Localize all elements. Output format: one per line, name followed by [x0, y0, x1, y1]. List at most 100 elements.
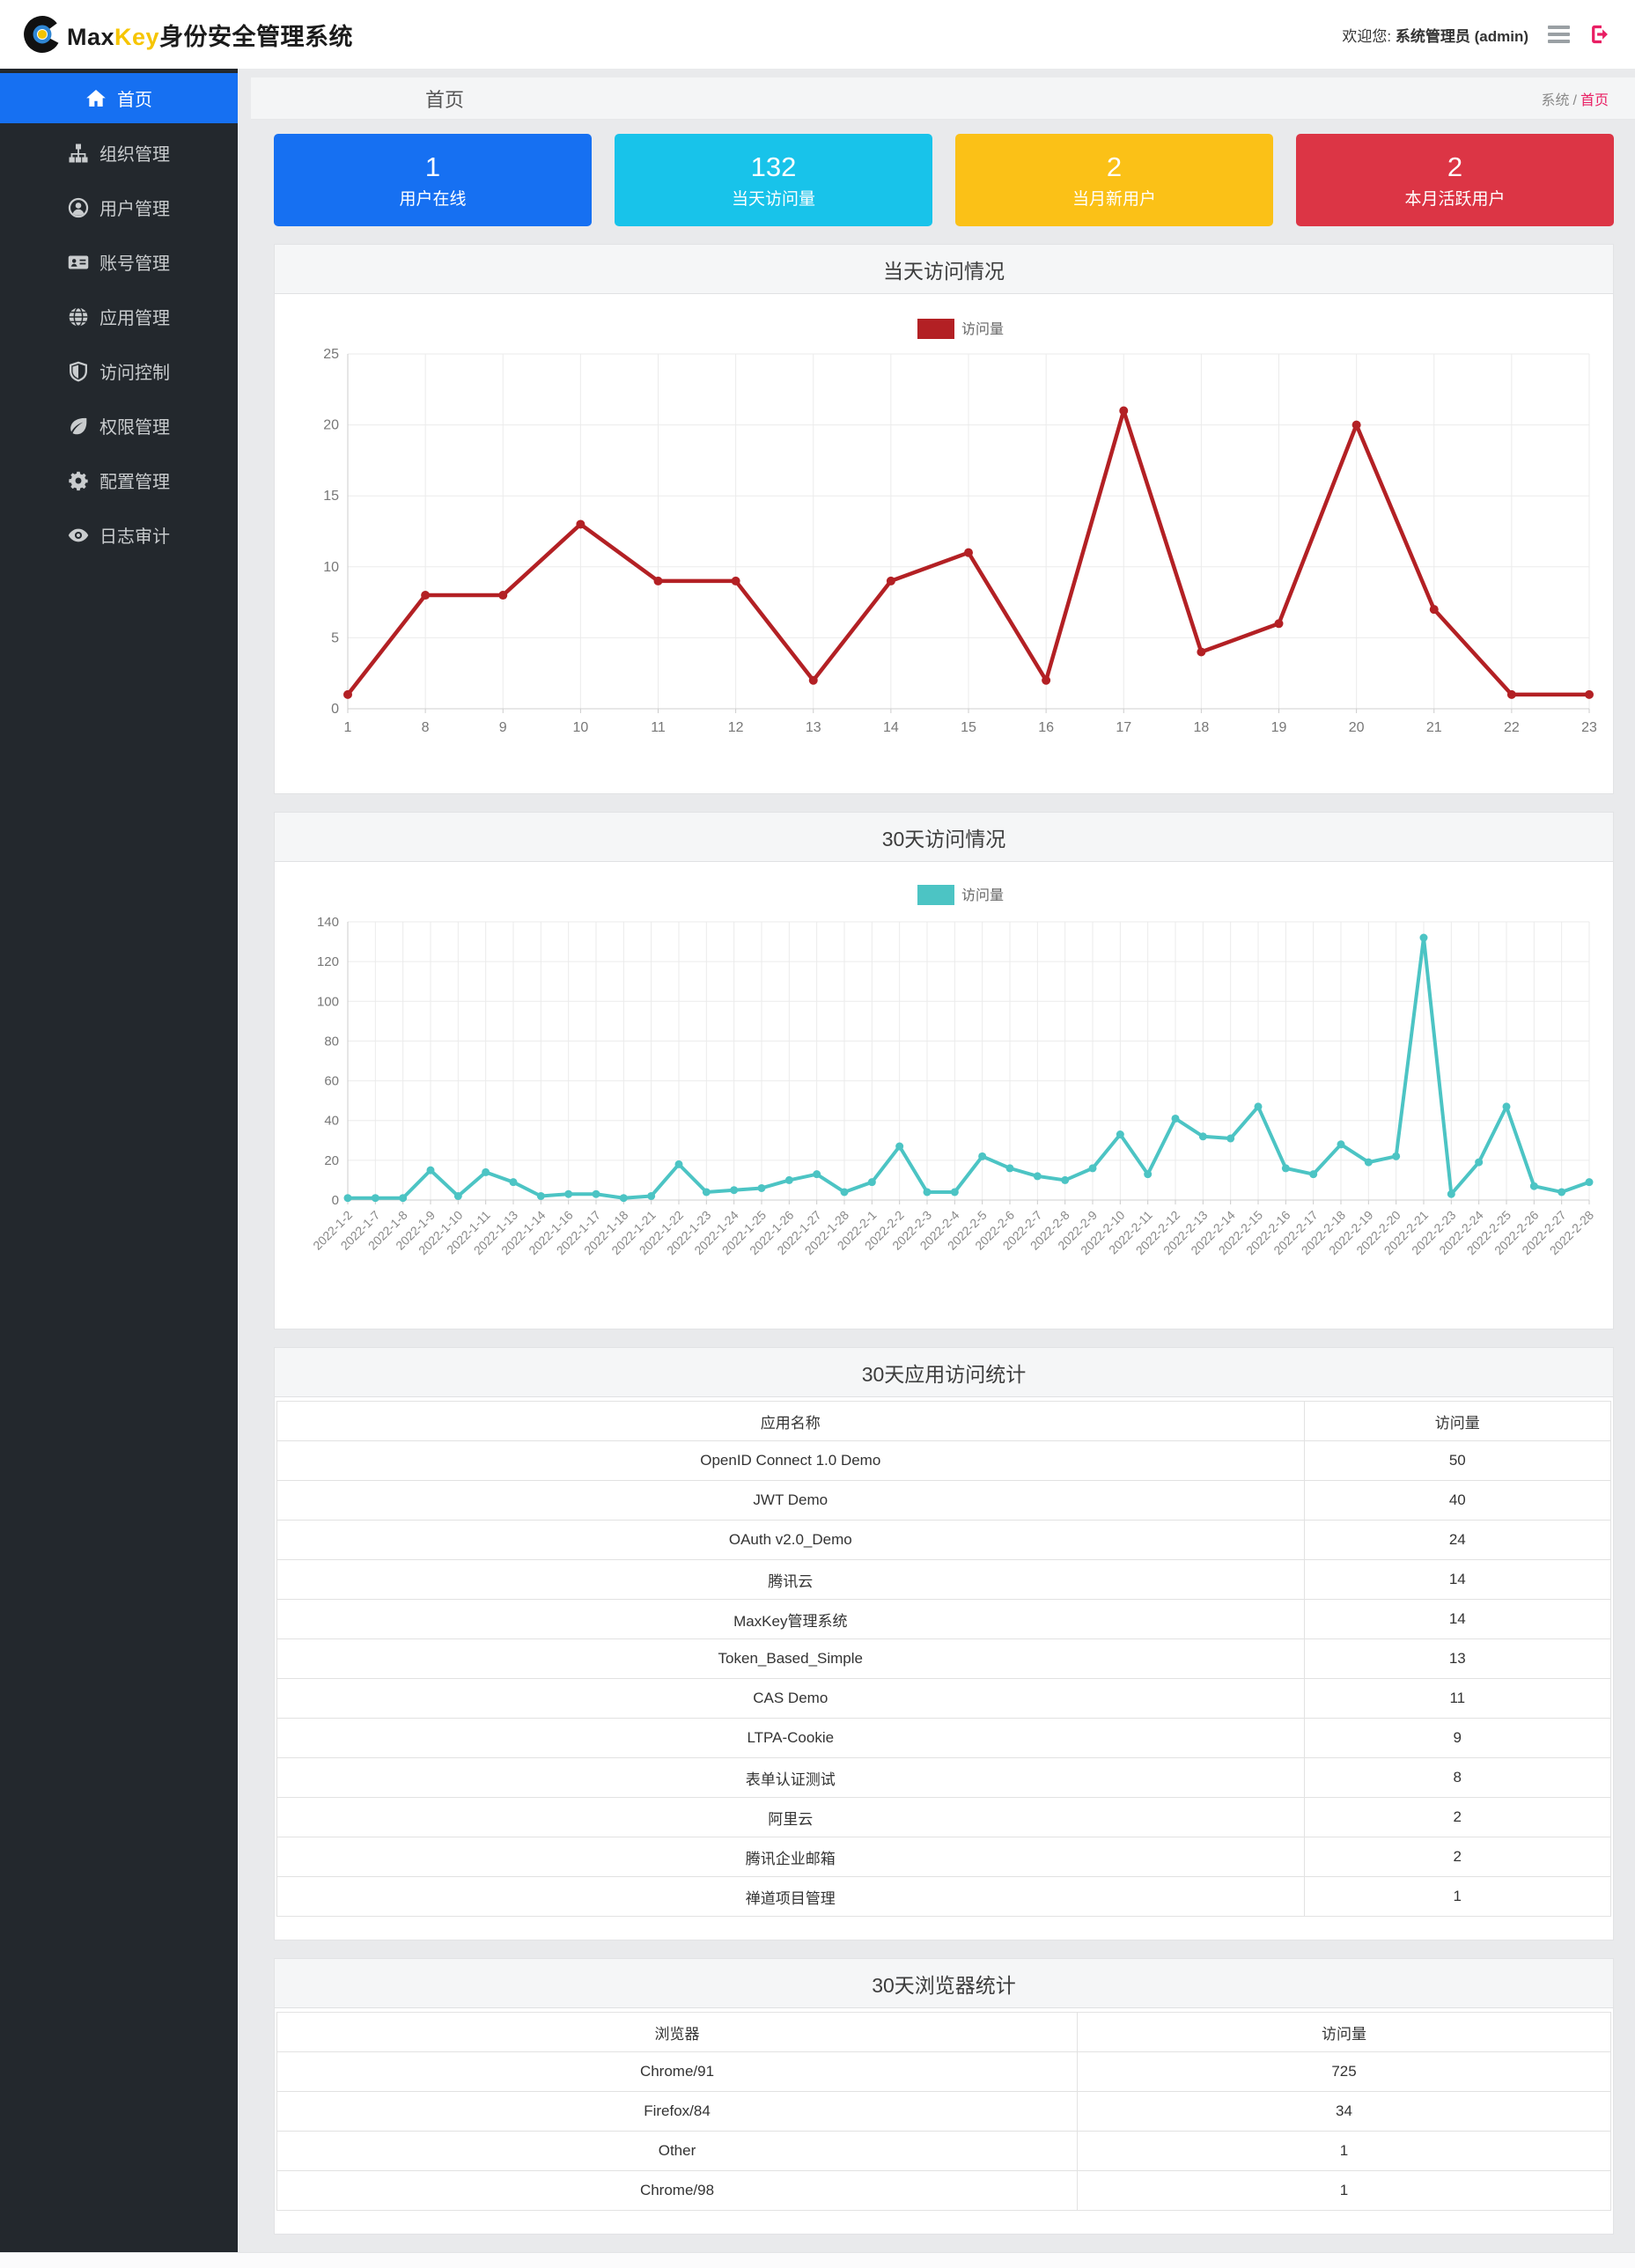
- welcome-text: 欢迎您: 系统管理员 (admin): [1342, 24, 1528, 46]
- svg-text:20: 20: [324, 1153, 339, 1168]
- sidebar-item-5[interactable]: 访问控制: [0, 346, 238, 396]
- data-point: [1197, 648, 1205, 657]
- svg-text:120: 120: [317, 954, 339, 969]
- svg-text:20: 20: [323, 418, 339, 433]
- row-value-cell: 24: [1304, 1521, 1610, 1560]
- svg-text:12: 12: [728, 720, 744, 735]
- page-title: 首页: [425, 85, 464, 113]
- breadcrumb-root[interactable]: 系统: [1542, 93, 1570, 108]
- sidebar-item-1[interactable]: 组织管理: [0, 128, 238, 178]
- logout-icon[interactable]: [1589, 23, 1612, 46]
- panel-title: 30天访问情况: [275, 813, 1613, 862]
- stat-card-2[interactable]: 2当月新用户: [955, 134, 1273, 226]
- stat-card-3[interactable]: 2本月活跃用户: [1296, 134, 1614, 226]
- svg-text:60: 60: [324, 1074, 339, 1089]
- row-label-cell: OAuth v2.0_Demo: [277, 1521, 1305, 1560]
- data-point: [813, 1170, 821, 1178]
- table-row: LTPA-Cookie9: [277, 1719, 1611, 1758]
- data-point: [343, 690, 352, 699]
- svg-text:10: 10: [572, 720, 588, 735]
- stat-label: 当月新用户: [955, 191, 1273, 208]
- data-point: [1447, 1190, 1455, 1198]
- panel-month-visits: 30天访问情况 访问量0204060801001201402022-1-2202…: [274, 812, 1614, 1329]
- data-point: [1586, 1178, 1594, 1186]
- sidebar-item-3[interactable]: 账号管理: [0, 237, 238, 287]
- table-row: OAuth v2.0_Demo24: [277, 1521, 1611, 1560]
- data-point: [1226, 1135, 1234, 1143]
- svg-text:23: 23: [1581, 720, 1596, 735]
- leaf-icon: [68, 416, 89, 437]
- table-row: Chrome/981: [277, 2171, 1611, 2211]
- data-point: [785, 1176, 793, 1184]
- today-visits-line-chart: 访问量0510152025189101112131415161718192021…: [291, 308, 1596, 781]
- legend-label: 访问量: [961, 887, 1004, 903]
- svg-text:11: 11: [651, 720, 666, 735]
- row-value-cell: 34: [1078, 2092, 1611, 2132]
- stat-card-1[interactable]: 132当天访问量: [615, 134, 932, 226]
- row-value-cell: 50: [1304, 1441, 1610, 1481]
- data-point: [399, 1194, 407, 1202]
- row-label-cell: MaxKey管理系统: [277, 1600, 1305, 1639]
- table-row: Token_Based_Simple13: [277, 1639, 1611, 1679]
- menu-toggle-icon[interactable]: [1548, 26, 1570, 43]
- row-value-cell: 14: [1304, 1600, 1610, 1639]
- row-value-cell: 1: [1304, 1877, 1610, 1917]
- table-row: 禅道项目管理1: [277, 1877, 1611, 1917]
- app-header: MaxKey身份安全管理系统 欢迎您: 系统管理员 (admin): [0, 0, 1635, 69]
- data-point: [978, 1152, 986, 1160]
- row-value-cell: 40: [1304, 1481, 1610, 1521]
- panel-title: 当天访问情况: [275, 245, 1613, 294]
- data-point: [809, 676, 818, 685]
- row-label-cell: 表单认证测试: [277, 1758, 1305, 1798]
- data-point: [732, 577, 740, 585]
- row-value-cell: 11: [1304, 1679, 1610, 1719]
- svg-text:20: 20: [1349, 720, 1365, 735]
- table-row: JWT Demo40: [277, 1481, 1611, 1521]
- svg-text:0: 0: [332, 1193, 339, 1208]
- sidebar-item-home[interactable]: 首页: [0, 73, 238, 123]
- stat-card-0[interactable]: 1用户在线: [274, 134, 592, 226]
- data-point: [482, 1168, 490, 1176]
- sitemap-icon: [68, 143, 89, 164]
- row-label-cell: 腾讯云: [277, 1560, 1305, 1600]
- row-value-cell: 8: [1304, 1758, 1610, 1798]
- svg-text:8: 8: [422, 720, 430, 735]
- maxkey-logo-icon: [23, 15, 62, 54]
- data-point: [1530, 1182, 1538, 1190]
- sidebar-item-label: 组织管理: [99, 140, 170, 166]
- app-logo[interactable]: MaxKey身份安全管理系统: [23, 15, 353, 54]
- row-label-cell: 阿里云: [277, 1798, 1305, 1837]
- table-row: Chrome/91725: [277, 2052, 1611, 2092]
- data-point: [1199, 1132, 1207, 1140]
- svg-text:21: 21: [1426, 720, 1442, 735]
- legend-label: 访问量: [961, 321, 1004, 337]
- x-axis-labels: 1891011121314151617181920212223: [344, 720, 1596, 735]
- sidebar-item-2[interactable]: 用户管理: [0, 182, 238, 232]
- svg-text:15: 15: [323, 489, 339, 504]
- sidebar-item-8[interactable]: 日志审计: [0, 510, 238, 560]
- svg-text:22: 22: [1504, 720, 1520, 735]
- row-value-cell: 1: [1078, 2132, 1611, 2171]
- row-value-cell: 2: [1304, 1837, 1610, 1877]
- svg-text:1: 1: [344, 720, 352, 735]
- legend-swatch: [917, 319, 954, 339]
- table-row: CAS Demo11: [277, 1679, 1611, 1719]
- sidebar-item-6[interactable]: 权限管理: [0, 401, 238, 451]
- sidebar-item-4[interactable]: 应用管理: [0, 291, 238, 342]
- table-row: 表单认证测试8: [277, 1758, 1611, 1798]
- sidebar-item-7[interactable]: 配置管理: [0, 455, 238, 505]
- breadcrumb-current[interactable]: 首页: [1580, 93, 1609, 108]
- data-point: [1282, 1164, 1290, 1172]
- stat-label: 当天访问量: [615, 191, 932, 208]
- stat-value: 1: [274, 153, 592, 180]
- column-header: 访问量: [1078, 2013, 1611, 2052]
- breadcrumb: 首页 系统/首页: [251, 77, 1635, 120]
- data-point: [1309, 1170, 1317, 1178]
- svg-text:40: 40: [324, 1114, 339, 1129]
- data-point: [454, 1192, 462, 1200]
- table-row: OpenID Connect 1.0 Demo50: [277, 1441, 1611, 1481]
- data-point: [730, 1186, 738, 1194]
- column-header: 浏览器: [277, 2013, 1078, 2052]
- month-visits-line-chart: 访问量0204060801001201402022-1-22022-1-7202…: [291, 876, 1596, 1316]
- page-footer: [0, 2252, 1635, 2268]
